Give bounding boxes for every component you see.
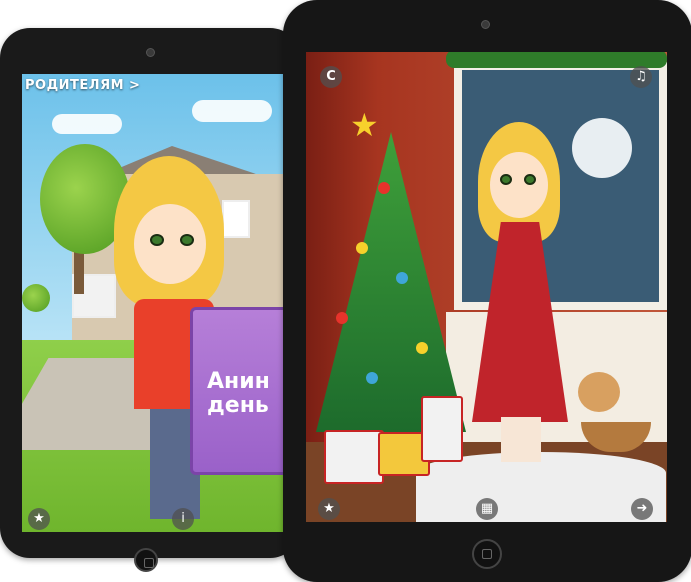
ornament <box>336 312 348 324</box>
arrow-right-icon: ➜ <box>636 501 648 516</box>
star-button[interactable]: ★ <box>318 498 340 520</box>
front-tablet-camera <box>481 20 490 29</box>
grid-icon: ▦ <box>480 501 494 516</box>
grid-button[interactable]: ▦ <box>476 498 498 520</box>
cloud <box>192 100 272 122</box>
bush <box>22 284 50 312</box>
fur-rug <box>416 452 666 522</box>
tree-star-icon: ★ <box>350 106 379 144</box>
puppy[interactable] <box>578 372 620 412</box>
parents-link[interactable]: РОДИТЕЛЯМ > <box>25 78 140 93</box>
star-icon: ★ <box>33 511 45 526</box>
gift-box[interactable] <box>324 430 384 484</box>
ornament <box>356 242 368 254</box>
girl-eye-right <box>524 174 536 185</box>
front-tablet-home-button <box>472 539 502 569</box>
house-window <box>222 200 250 238</box>
front-tablet: ★ C ♫ ★ ▦ ➜ <box>283 0 691 582</box>
star-button[interactable]: ★ <box>28 508 50 530</box>
girl-eye-left <box>150 234 164 246</box>
ornament <box>416 342 428 354</box>
restart-button[interactable]: C <box>320 66 342 88</box>
back-tablet-screen: Анин день РОДИТЕЛЯМ > ★ i <box>22 74 284 532</box>
gift-box[interactable] <box>421 396 463 462</box>
back-tablet-home-button <box>134 548 158 572</box>
music-button[interactable]: ♫ <box>630 66 652 88</box>
back-tablet: Анин день РОДИТЕЛЯМ > ★ i <box>0 28 300 572</box>
girl-legs <box>501 417 541 462</box>
info-icon: i <box>181 511 185 526</box>
music-note-icon: ♫ <box>635 69 647 84</box>
next-button[interactable]: ➜ <box>631 498 653 520</box>
info-button[interactable]: i <box>172 508 194 530</box>
girl-face <box>134 204 206 284</box>
ornament <box>378 182 390 194</box>
ornament <box>366 372 378 384</box>
star-icon: ★ <box>323 501 335 516</box>
girl-eye-right <box>180 234 194 246</box>
girl-eye-left <box>500 174 512 185</box>
front-tablet-screen: ★ C ♫ ★ ▦ ➜ <box>306 52 667 522</box>
storybook[interactable]: Анин день <box>190 307 284 475</box>
book-title: Анин день <box>207 369 270 418</box>
christmas-garland <box>446 52 667 68</box>
moon <box>572 118 632 178</box>
girl-face <box>490 152 548 218</box>
cloud <box>52 114 122 134</box>
ornament <box>396 272 408 284</box>
back-tablet-camera <box>146 48 155 57</box>
